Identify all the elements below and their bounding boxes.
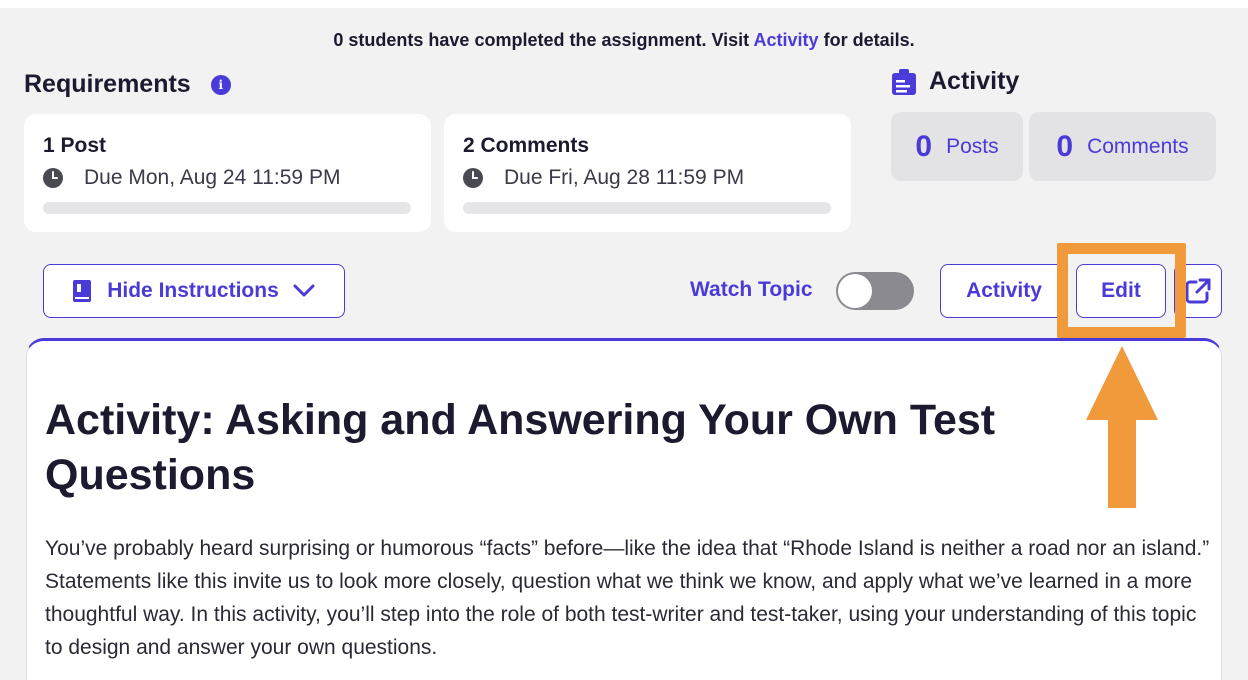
notice-prefix: 0 students have completed the assignment… <box>333 30 750 50</box>
activity-description: You’ve probably heard surprising or humo… <box>45 537 1210 659</box>
comments-count: 0 <box>1056 129 1074 163</box>
requirement-name: 1 Post <box>43 134 107 157</box>
hide-instructions-label: Hide Instructions <box>107 279 279 302</box>
requirement-name: 2 Comments <box>463 134 590 157</box>
comments-label: Comments <box>1087 134 1189 158</box>
clock-icon <box>463 168 483 188</box>
posts-count: 0 <box>915 129 933 163</box>
hide-instructions-button[interactable]: Hide Instructions <box>43 264 345 318</box>
chevron-down-icon <box>293 284 315 297</box>
watch-topic-label: Watch Topic <box>690 278 813 301</box>
activity-title: Activity <box>929 67 1020 95</box>
edit-highlight-box <box>1057 243 1186 338</box>
watch-topic-toggle[interactable] <box>836 272 914 310</box>
activity-button-label: Activity <box>966 279 1042 302</box>
top-strip <box>0 0 1248 8</box>
requirements-title: Requirements <box>24 70 191 98</box>
requirement-progress-bar <box>463 202 831 214</box>
requirement-due: Due Mon, Aug 24 11:59 PM <box>43 166 411 190</box>
info-icon[interactable]: i <box>210 74 231 95</box>
comments-stat[interactable]: 0 Comments <box>1029 112 1216 181</box>
arrow-up-icon <box>1086 346 1158 508</box>
requirement-due: Due Fri, Aug 28 11:59 PM <box>463 166 831 190</box>
notice-activity-link[interactable]: Activity <box>754 30 819 50</box>
clock-icon <box>43 168 63 188</box>
activity-heading: Activity <box>891 67 1019 96</box>
clipboard-icon <box>892 68 916 95</box>
requirement-card-post: 1 Post Due Mon, Aug 24 11:59 PM <box>24 114 431 232</box>
requirement-due-text: Due Mon, Aug 24 11:59 PM <box>84 166 341 189</box>
instructions-panel: Activity: Asking and Answering Your Own … <box>26 338 1222 680</box>
activity-page-title: Activity: Asking and Answering Your Own … <box>45 396 996 499</box>
activity-button[interactable]: Activity <box>940 264 1068 318</box>
book-icon <box>73 280 92 302</box>
requirements-heading: Requirements i <box>24 70 231 99</box>
toggle-knob <box>838 274 872 308</box>
completion-notice: 0 students have completed the assignment… <box>0 30 1248 51</box>
notice-suffix: for details. <box>823 30 915 50</box>
requirement-progress-bar <box>43 202 411 214</box>
requirement-due-text: Due Fri, Aug 28 11:59 PM <box>504 166 745 189</box>
posts-stat[interactable]: 0 Posts <box>891 112 1023 181</box>
external-link-icon <box>1185 278 1211 304</box>
requirement-card-comments: 2 Comments Due Fri, Aug 28 11:59 PM <box>444 114 851 232</box>
posts-label: Posts <box>946 134 999 158</box>
